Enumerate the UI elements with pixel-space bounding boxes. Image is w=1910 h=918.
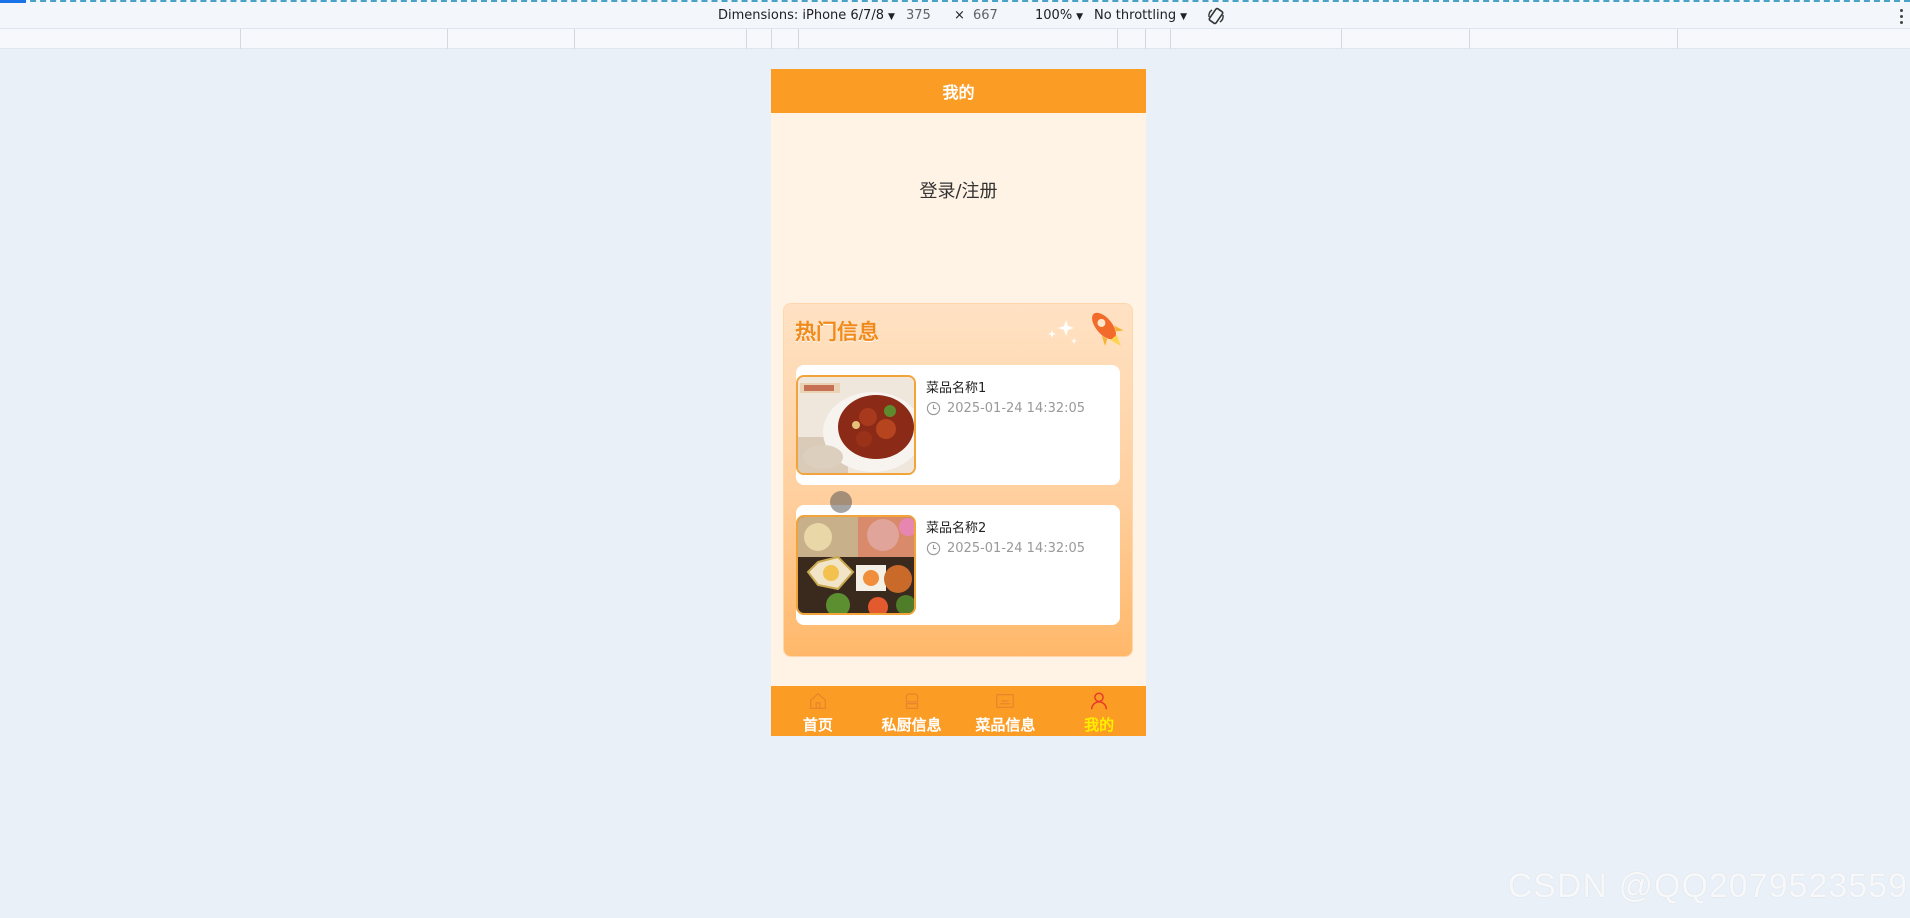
tab-mine[interactable]: 我的 bbox=[1052, 686, 1146, 736]
list-item[interactable]: 菜品名称1 2025-01-24 14:32:05 bbox=[796, 365, 1120, 485]
user-icon bbox=[1091, 692, 1108, 710]
viewport-width-input[interactable]: 375 bbox=[906, 8, 931, 23]
throttling-label: No throttling bbox=[1094, 8, 1177, 23]
chevron-down-icon: ▼ bbox=[1180, 12, 1187, 22]
devtools-toolbar: Dimensions: iPhone 6/7/8 ▼ 375 × 667 100%… bbox=[0, 0, 1910, 29]
phone-viewport: 我的 登录/注册 热门信息 菜品名称1 2025-01-24 14:32:05 … bbox=[771, 69, 1146, 736]
tab-chef-label: 私厨信息 bbox=[881, 716, 942, 734]
chef-icon bbox=[905, 693, 919, 709]
timestamp-text: 2025-01-24 14:32:05 bbox=[947, 541, 1086, 556]
tab-dish-label: 菜品信息 bbox=[975, 716, 1036, 734]
device-dimensions-select[interactable]: Dimensions: iPhone 6/7/8 ▼ bbox=[718, 8, 895, 23]
chevron-down-icon: ▼ bbox=[887, 12, 895, 22]
timestamp-text: 2025-01-24 14:32:05 bbox=[947, 401, 1086, 416]
dimension-separator: × bbox=[954, 8, 965, 23]
throttling-select[interactable]: No throttling ▼ bbox=[1094, 8, 1187, 23]
bottom-tab-bar: 首页 私厨信息 菜品信息 我的 bbox=[771, 686, 1146, 736]
rotate-icon[interactable] bbox=[1206, 6, 1226, 26]
dish-name: 菜品名称1 bbox=[926, 381, 987, 396]
more-options-icon[interactable] bbox=[1898, 7, 1904, 25]
hot-info-title: 热门信息 bbox=[795, 320, 879, 344]
chevron-down-icon: ▼ bbox=[1076, 12, 1084, 22]
list-item[interactable]: 菜品名称2 2025-01-24 14:32:05 bbox=[796, 505, 1120, 625]
rocket-icon bbox=[1048, 312, 1124, 346]
hot-info-panel: 热门信息 菜品名称1 2025-01-24 14:32:05 菜品名称2 202… bbox=[783, 303, 1133, 657]
dish-image bbox=[796, 515, 916, 615]
clock-icon bbox=[926, 401, 941, 416]
dish-name: 菜品名称2 bbox=[926, 521, 987, 536]
tab-mine-label: 我的 bbox=[1084, 716, 1115, 734]
home-icon bbox=[809, 692, 826, 709]
timestamp: 2025-01-24 14:32:05 bbox=[926, 541, 1085, 556]
tab-chef[interactable]: 私厨信息 bbox=[865, 686, 959, 736]
clock-icon bbox=[926, 541, 941, 556]
tab-home[interactable]: 首页 bbox=[771, 686, 865, 736]
timestamp: 2025-01-24 14:32:05 bbox=[926, 401, 1085, 416]
zoom-label: 100% bbox=[1035, 8, 1073, 23]
toolbar-accent bbox=[0, 0, 26, 3]
tab-dish[interactable]: 菜品信息 bbox=[959, 686, 1053, 736]
zoom-select[interactable]: 100% ▼ bbox=[1035, 8, 1083, 23]
dish-icon bbox=[996, 693, 1015, 709]
device-dimensions-label: Dimensions: iPhone 6/7/8 bbox=[718, 8, 884, 23]
touch-cursor bbox=[830, 491, 852, 513]
login-register-link[interactable]: 登录/注册 bbox=[771, 177, 1146, 203]
watermark: CSDN @QQ2079523559 bbox=[1507, 867, 1908, 905]
media-query-ruler bbox=[0, 29, 1910, 49]
viewport-height-input[interactable]: 667 bbox=[973, 8, 998, 23]
dish-image bbox=[796, 375, 916, 475]
page-title: 我的 bbox=[771, 69, 1146, 113]
tab-home-label: 首页 bbox=[802, 716, 833, 734]
